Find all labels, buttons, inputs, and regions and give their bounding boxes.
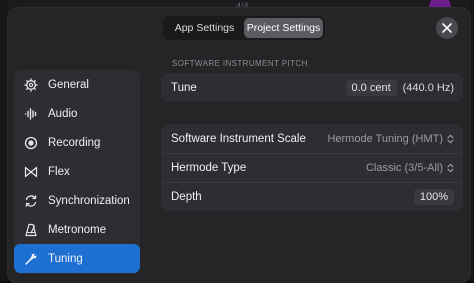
record-icon [23,135,39,151]
depth-value-field[interactable]: 100% [413,189,454,205]
tune-hz-readout: (440.0 Hz) [402,81,454,94]
pitch-section-heading: SOFTWARE INSTRUMENT PITCH [172,59,308,68]
pitch-panel: Tune 0.0 cent (440.0 Hz) [161,73,463,102]
close-icon [442,23,452,33]
scale-row[interactable]: Software Instrument Scale Hermode Tuning… [161,124,463,153]
scale-value: Hermode Tuning (HMT) [327,132,443,145]
tune-value-field[interactable]: 0.0 cent [345,79,397,96]
depth-label: Depth [171,191,202,203]
chevron-up-down-icon [447,163,454,173]
tune-value-group: 0.0 cent (440.0 Hz) [345,79,454,96]
flex-icon [23,164,39,180]
sidebar-item-general[interactable]: General [14,70,140,99]
chevron-up-down-icon [447,134,454,143]
sidebar-item-label: Synchronization [48,194,130,207]
hermode-type-label: Hermode Type [171,162,247,174]
hermode-type-popup[interactable]: Classic (3/5-All) [366,162,454,174]
settings-segmented-control: App Settings Project Settings [163,16,325,40]
depth-row: Depth 100% [161,182,463,211]
close-button[interactable] [436,17,458,39]
tune-row: Tune 0.0 cent (440.0 Hz) [161,73,463,102]
background-right-edge [470,0,474,281]
sidebar-item-tuning[interactable]: Tuning [14,244,140,273]
waveform-icon [23,106,39,122]
scale-popup[interactable]: Hermode Tuning (HMT) [327,133,454,145]
sidebar-item-synchronization[interactable]: Synchronization [14,186,140,215]
tuning-fork-icon [23,251,39,267]
sidebar-item-recording[interactable]: Recording [14,128,140,157]
tab-project-settings[interactable]: Project Settings [244,18,323,38]
scale-label: Software Instrument Scale [171,132,306,145]
scale-panel: Software Instrument Scale Hermode Tuning… [161,124,463,211]
sidebar-item-label: Recording [48,136,101,149]
sidebar-item-label: Audio [48,107,78,120]
sync-icon [23,193,39,209]
background-left-edge [0,0,8,281]
hermode-type-row[interactable]: Hermode Type Classic (3/5-All) [161,153,463,182]
sidebar-item-flex[interactable]: Flex [14,157,140,186]
hermode-type-value: Classic (3/5-All) [365,162,443,174]
depth-value-group: 100% [413,189,454,205]
sidebar-item-label: Flex [48,165,70,178]
sidebar-item-audio[interactable]: Audio [14,99,140,128]
tune-label: Tune [171,81,197,94]
metronome-icon [23,222,39,238]
gear-icon [23,77,39,93]
settings-sheet: App Settings Project Settings General Au… [8,8,470,283]
tab-app-settings[interactable]: App Settings [165,18,244,38]
sidebar-item-label: Metronome [48,223,107,236]
sidebar-item-label: General [48,78,89,91]
settings-sidebar: General Audio Recording Flex Synchroniza… [14,70,140,274]
sidebar-item-label: Tuning [48,252,83,265]
sidebar-item-metronome[interactable]: Metronome [14,215,140,244]
